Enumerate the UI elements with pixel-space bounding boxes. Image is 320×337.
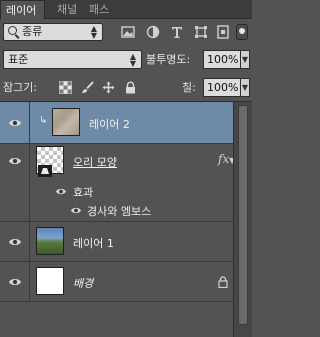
eye-icon[interactable]	[8, 118, 22, 128]
layer-name[interactable]: 레이어 1	[73, 235, 114, 251]
layer-thumbnail	[36, 227, 64, 255]
lock-transparent-pixels-icon[interactable]	[59, 81, 72, 94]
layer-row-background[interactable]: 배경	[0, 262, 233, 302]
fx-icon[interactable]: fx	[218, 152, 229, 166]
updown-arrows-icon: ▲ ▼	[90, 24, 97, 40]
image-filter-icon[interactable]	[121, 25, 135, 39]
eye-icon[interactable]	[70, 206, 82, 215]
lock-icon[interactable]	[124, 81, 137, 94]
search-icon	[8, 26, 17, 35]
layer-thumbnail	[36, 267, 64, 295]
shape-filter-icon[interactable]	[194, 25, 208, 39]
shape-badge-icon	[38, 165, 52, 177]
eye-icon[interactable]	[8, 237, 22, 247]
lock-label: 잠그기:	[3, 81, 38, 94]
type-filter-icon[interactable]	[170, 25, 184, 39]
eye-icon[interactable]	[8, 277, 22, 287]
smart-object-filter-icon[interactable]	[216, 25, 230, 39]
move-icon[interactable]	[102, 81, 115, 94]
tab-paths[interactable]: 패스	[84, 0, 114, 19]
opacity-input[interactable]: 100%	[203, 50, 241, 69]
panel-tab-strip: 레이어 채널 패스	[0, 0, 252, 20]
visibility-cell	[0, 144, 30, 221]
filter-toggle-dot	[239, 28, 245, 34]
layer-name[interactable]: 오리 모양	[73, 154, 117, 170]
filter-type-value: 종류	[22, 25, 43, 38]
layers-panel: 레이어 채널 패스 종류 ▲ ▼ 표준 ▲ ▼ 불투명도: 100% ▼ 잠그기:	[0, 0, 252, 337]
fill-label: 칠:	[182, 81, 196, 94]
tab-channels[interactable]: 채널	[52, 0, 82, 19]
layers-list: ↳ 레이어 2 오리 모양 fx ▼ 효과	[0, 102, 235, 337]
layer-name[interactable]: 배경	[73, 275, 93, 291]
layers-scrollbar[interactable]	[233, 102, 252, 337]
opacity-label: 불투명도:	[146, 53, 191, 66]
visibility-cell	[0, 102, 30, 143]
layer-row-layer-2[interactable]: ↳ 레이어 2	[0, 102, 233, 144]
scrollbar-thumb[interactable]	[238, 105, 248, 325]
blend-mode-value: 표준	[8, 53, 29, 66]
filter-toggle-switch[interactable]	[236, 24, 248, 40]
lock-icon	[218, 276, 228, 288]
blend-mode-select[interactable]: 표준 ▲ ▼	[3, 50, 142, 69]
layer-thumbnail	[52, 108, 80, 136]
layer-name[interactable]: 레이어 2	[89, 116, 130, 132]
eye-icon[interactable]	[8, 156, 22, 166]
updown-arrows-icon: ▲ ▼	[129, 52, 136, 68]
layer-row-layer-1[interactable]: 레이어 1	[0, 222, 233, 262]
brush-icon[interactable]	[81, 81, 94, 94]
fill-input[interactable]: 100%	[203, 78, 241, 97]
opacity-dropdown-arrow[interactable]: ▼	[241, 50, 250, 69]
clip-arrow-icon: ↳	[39, 115, 48, 126]
effects-label[interactable]: 효과	[73, 184, 93, 200]
filter-type-select[interactable]: 종류 ▲ ▼	[3, 23, 103, 41]
fill-dropdown-arrow[interactable]: ▼	[241, 78, 250, 97]
layer-row-duck-shape[interactable]: 오리 모양 fx ▼ 효과 경사와 엠보스	[0, 144, 235, 222]
adjustment-filter-icon[interactable]	[146, 25, 160, 39]
visibility-cell	[0, 262, 30, 301]
tab-layers[interactable]: 레이어	[0, 0, 45, 20]
visibility-cell	[0, 222, 30, 261]
effect-bevel-emboss[interactable]: 경사와 엠보스	[87, 203, 151, 219]
eye-icon[interactable]	[55, 187, 67, 196]
